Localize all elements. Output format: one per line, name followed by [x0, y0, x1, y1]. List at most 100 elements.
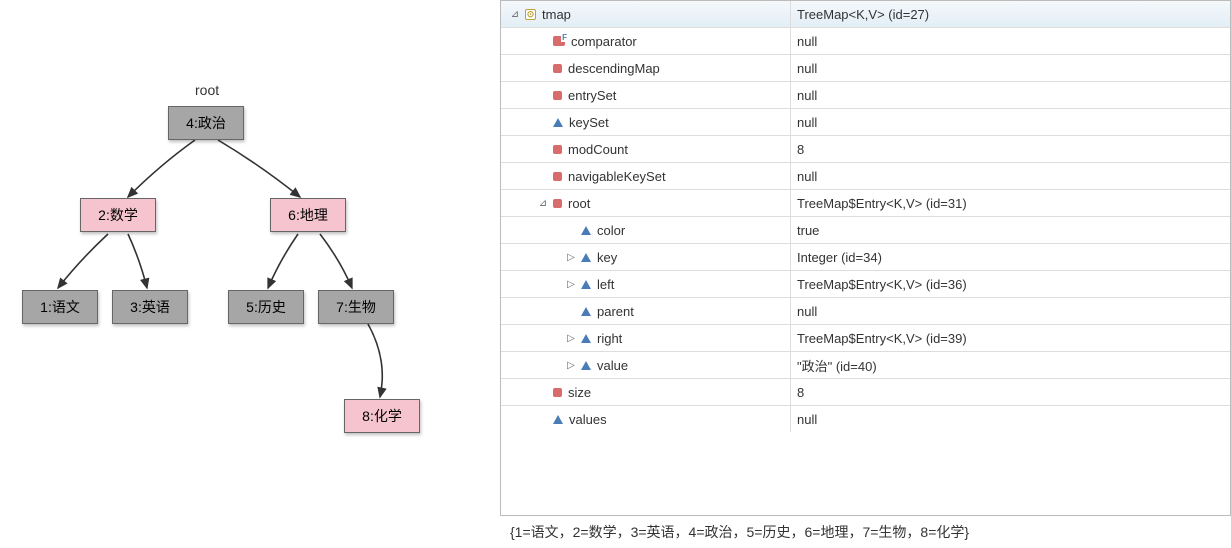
variable-row[interactable]: comparator null: [501, 27, 1230, 54]
expander-open-icon[interactable]: ⊿: [537, 198, 549, 209]
variable-row[interactable]: parent null: [501, 297, 1230, 324]
field-square-icon: [553, 91, 562, 100]
field-square-icon: [553, 199, 562, 208]
tree-node-4: 4:政治: [168, 106, 244, 140]
variable-name: value: [597, 358, 628, 373]
variable-name: right: [597, 331, 622, 346]
variable-name-cell[interactable]: descendingMap: [501, 55, 791, 81]
variable-name: parent: [597, 304, 634, 319]
tree-node-8: 8:化学: [344, 399, 420, 433]
main-container: root 4:政治 2:数学 6:地理 1:语文 3:英语 5:历史 7:生物 …: [0, 0, 1231, 548]
variable-name: modCount: [568, 142, 628, 157]
root-label: root: [195, 82, 219, 98]
variable-value: null: [791, 82, 1230, 108]
variable-value: TreeMap<K,V> (id=27): [791, 1, 1230, 27]
variable-name-cell[interactable]: ⊿ root: [501, 190, 791, 216]
field-triangle-icon: [581, 280, 591, 289]
node-label: 4:政治: [186, 113, 226, 133]
variable-value: null: [791, 28, 1230, 54]
node-label: 3:英语: [130, 297, 170, 317]
node-label: 5:历史: [246, 297, 286, 317]
variable-name-cell[interactable]: ▷ key: [501, 244, 791, 270]
field-triangle-icon: [553, 118, 563, 127]
variable-name-cell[interactable]: comparator: [501, 28, 791, 54]
variable-name-cell[interactable]: ⊿ ⊙ tmap: [501, 1, 791, 27]
variable-value: TreeMap$Entry<K,V> (id=36): [791, 271, 1230, 297]
variable-name-cell[interactable]: ▷ right: [501, 325, 791, 351]
variable-row[interactable]: navigableKeySet null: [501, 162, 1230, 189]
variable-row[interactable]: ▷ right TreeMap$Entry<K,V> (id=39): [501, 324, 1230, 351]
object-icon: ⊙: [525, 9, 536, 20]
expander-open-icon[interactable]: ⊿: [509, 9, 521, 20]
field-triangle-icon: [581, 226, 591, 235]
variable-row[interactable]: color true: [501, 216, 1230, 243]
field-square-icon: [553, 64, 562, 73]
variable-row[interactable]: ▷ key Integer (id=34): [501, 243, 1230, 270]
field-triangle-icon: [581, 361, 591, 370]
tree-node-2: 2:数学: [80, 198, 156, 232]
variable-row[interactable]: size8: [501, 378, 1230, 405]
variable-name-cell[interactable]: ▷ value: [501, 352, 791, 378]
tree-diagram: root 4:政治 2:数学 6:地理 1:语文 3:英语 5:历史 7:生物 …: [0, 0, 500, 548]
tree-node-3: 3:英语: [112, 290, 188, 324]
node-label: 6:地理: [288, 205, 328, 225]
map-tostring: {1=语文，2=数学，3=英语，4=政治，5=历史，6=地理，7=生物，8=化学…: [500, 516, 1231, 548]
node-label: 8:化学: [362, 406, 402, 426]
variable-name: color: [597, 223, 625, 238]
expander-closed-icon[interactable]: ▷: [565, 252, 577, 263]
field-square-icon: [553, 172, 562, 181]
variable-name: tmap: [542, 7, 571, 22]
variable-value: null: [791, 55, 1230, 81]
variable-name: descendingMap: [568, 61, 660, 76]
variable-value: null: [791, 109, 1230, 135]
variable-row[interactable]: entrySet null: [501, 81, 1230, 108]
field-triangle-icon: [581, 253, 591, 262]
node-label: 2:数学: [98, 205, 138, 225]
variable-name-cell[interactable]: color: [501, 217, 791, 243]
variable-row[interactable]: ⊿ ⊙ tmap TreeMap<K,V> (id=27): [501, 0, 1230, 27]
variables-table[interactable]: ⊿ ⊙ tmap TreeMap<K,V> (id=27) comparator null…: [500, 0, 1231, 516]
variable-name-cell[interactable]: modCount: [501, 136, 791, 162]
expander-closed-icon[interactable]: ▷: [565, 360, 577, 371]
tree-node-1: 1:语文: [22, 290, 98, 324]
variable-name: values: [569, 412, 607, 427]
field-triangle-icon: [581, 334, 591, 343]
variable-row[interactable]: keySetnull: [501, 108, 1230, 135]
variable-name-cell[interactable]: keySet: [501, 109, 791, 135]
expander-closed-icon[interactable]: ▷: [565, 279, 577, 290]
variable-value: true: [791, 217, 1230, 243]
variable-name: entrySet: [568, 88, 616, 103]
variable-name-cell[interactable]: navigableKeySet: [501, 163, 791, 189]
field-triangle-icon: [553, 415, 563, 424]
variable-name-cell[interactable]: values: [501, 406, 791, 432]
variable-value: 8: [791, 379, 1230, 405]
variable-row[interactable]: valuesnull: [501, 405, 1230, 432]
tree-node-7: 7:生物: [318, 290, 394, 324]
variable-row[interactable]: ▷ left TreeMap$Entry<K,V> (id=36): [501, 270, 1230, 297]
variable-name: root: [568, 196, 590, 211]
variable-name-cell[interactable]: entrySet: [501, 82, 791, 108]
variable-value: "政治" (id=40): [791, 352, 1230, 378]
variable-value: TreeMap$Entry<K,V> (id=39): [791, 325, 1230, 351]
variable-name: comparator: [571, 34, 637, 49]
debugger-panel: ⊿ ⊙ tmap TreeMap<K,V> (id=27) comparator null…: [500, 0, 1231, 548]
variable-value: Integer (id=34): [791, 244, 1230, 270]
field-triangle-icon: [581, 307, 591, 316]
final-field-icon: [553, 36, 565, 46]
variable-name: navigableKeySet: [568, 169, 666, 184]
variable-row[interactable]: modCount 8: [501, 135, 1230, 162]
variable-name-cell[interactable]: ▷ left: [501, 271, 791, 297]
field-square-icon: [553, 388, 562, 397]
variable-name-cell[interactable]: parent: [501, 298, 791, 324]
variable-name: key: [597, 250, 617, 265]
variable-row[interactable]: ▷ value "政治" (id=40): [501, 351, 1230, 378]
variable-name: left: [597, 277, 614, 292]
expander-closed-icon[interactable]: ▷: [565, 333, 577, 344]
variable-value: null: [791, 298, 1230, 324]
node-label: 1:语文: [40, 297, 80, 317]
variable-value: null: [791, 163, 1230, 189]
variable-row[interactable]: descendingMap null: [501, 54, 1230, 81]
variable-value: 8: [791, 136, 1230, 162]
variable-row[interactable]: ⊿rootTreeMap$Entry<K,V> (id=31): [501, 189, 1230, 216]
variable-name-cell[interactable]: size: [501, 379, 791, 405]
